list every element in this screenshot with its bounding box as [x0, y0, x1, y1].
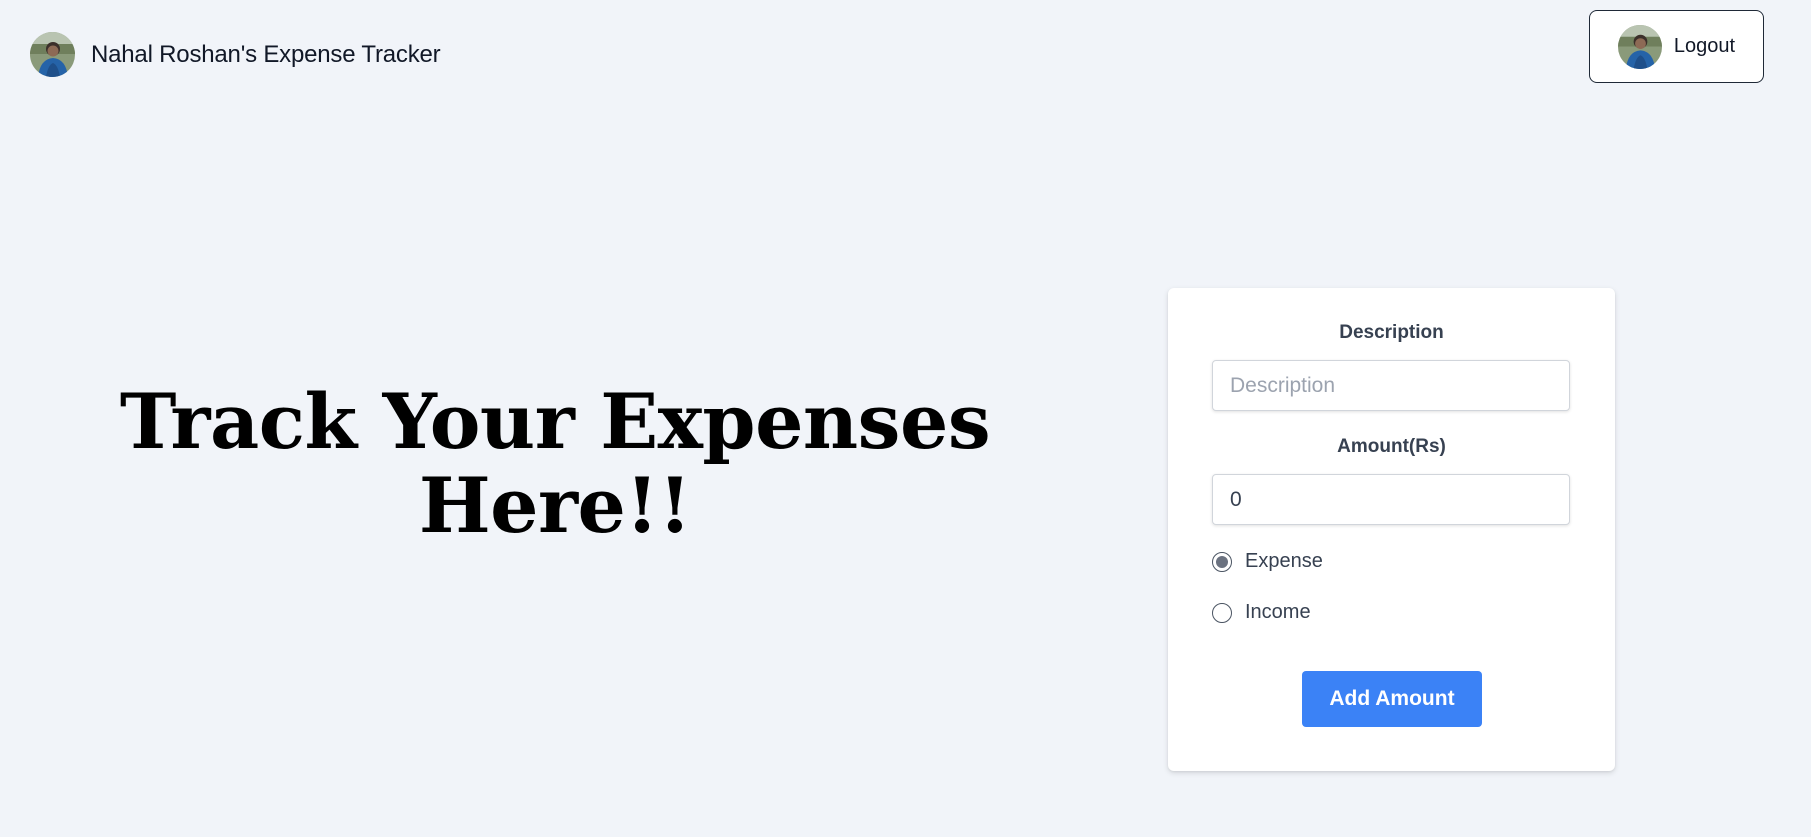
description-label: Description: [1339, 322, 1444, 343]
description-input[interactable]: [1212, 360, 1570, 411]
expense-radio[interactable]: [1212, 551, 1232, 572]
expense-radio-option[interactable]: Expense: [1212, 550, 1323, 573]
app-title: Nahal Roshan's Expense Tracker: [91, 40, 441, 68]
hero-heading: Track Your Expenses Here!!: [55, 380, 1055, 548]
add-amount-button[interactable]: Add Amount: [1302, 671, 1482, 727]
logout-button[interactable]: Logout: [1589, 10, 1764, 83]
hero-line-2: Here!!: [418, 461, 692, 550]
income-radio-option[interactable]: Income: [1212, 601, 1311, 624]
user-avatar-icon: [30, 32, 75, 77]
logout-label: Logout: [1673, 35, 1736, 57]
amount-label: Amount(Rs): [1337, 436, 1446, 457]
expense-radio-label: Expense: [1245, 550, 1323, 572]
header: Nahal Roshan's Expense Tracker Logout: [0, 0, 1811, 100]
amount-input[interactable]: [1212, 474, 1570, 525]
brand: Nahal Roshan's Expense Tracker: [30, 32, 441, 77]
hero-line-1: Track Your Expenses: [119, 377, 991, 466]
income-radio[interactable]: [1212, 602, 1232, 623]
user-avatar-icon: [1617, 24, 1662, 69]
add-transaction-form: Description Amount(Rs) Expense Income Ad…: [1168, 288, 1615, 771]
income-radio-label: Income: [1245, 601, 1311, 623]
